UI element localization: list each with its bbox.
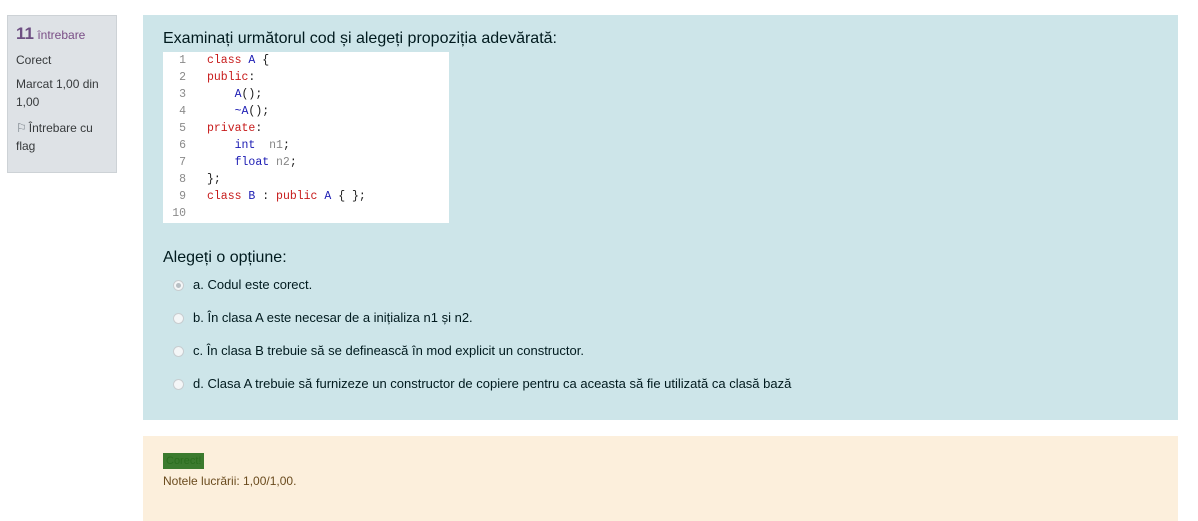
question-number-label: întrebare <box>37 28 86 42</box>
question-content: Examinați următorul cod și alegeți propo… <box>143 15 1178 420</box>
code-line: 2 public: <box>179 71 256 84</box>
option-d-label[interactable]: d. Clasa A trebuie să furnizeze un const… <box>193 375 791 393</box>
answer-prompt: Alegeți o opțiune: <box>163 249 287 266</box>
grade-text: Notele lucrării: 1,00/1,00. <box>163 474 297 488</box>
code-snippet: 1 class A { 2 public: 3 A(); 4 ~A(); 5 priv… <box>163 52 449 223</box>
option-b[interactable]: b. În clasa A este necesar de a inițiali… <box>173 309 473 327</box>
option-b-label[interactable]: b. În clasa A este necesar de a inițiali… <box>193 309 473 327</box>
code-line: 3 A(); <box>179 88 263 101</box>
flag-label: Întrebare cu flag <box>16 121 93 153</box>
code-line: 10 <box>172 207 186 220</box>
option-d[interactable]: d. Clasa A trebuie să furnizeze un const… <box>173 375 791 393</box>
question-number-value: 11 <box>16 24 34 43</box>
question-info: 11 întrebare Corect Marcat 1,00 din 1,00… <box>7 15 117 173</box>
option-c[interactable]: c. În clasa B trebuie să se definească î… <box>173 342 584 360</box>
code-line: 9 class B : public A { }; <box>179 190 366 203</box>
radio-option-a[interactable] <box>173 279 184 291</box>
question-state: Corect <box>16 53 52 67</box>
question-text: Examinați următorul cod și alegeți propo… <box>163 30 557 47</box>
code-line: 6 int n1; <box>179 139 290 152</box>
code-line: 1 class A { <box>179 54 270 67</box>
flag-question-link[interactable]: ⚐ Întrebare cu flag <box>16 119 108 155</box>
radio-option-c[interactable] <box>173 345 184 357</box>
option-c-label[interactable]: c. În clasa B trebuie să se definească î… <box>193 342 584 360</box>
flag-icon: ⚐ <box>16 121 27 135</box>
radio-option-d[interactable] <box>173 378 184 390</box>
feedback-panel: Corect! Notele lucrării: 1,00/1,00. <box>143 436 1178 521</box>
correct-badge: Corect! <box>163 453 205 469</box>
code-line: 7 float n2; <box>179 156 297 169</box>
code-line: 5 private: <box>179 122 263 135</box>
code-line: 8}; <box>179 173 221 186</box>
option-a-label[interactable]: a. Codul este corect. <box>193 276 312 294</box>
question-number: 11 întrebare <box>16 24 108 45</box>
question-mark: Marcat 1,00 din 1,00 <box>16 77 99 109</box>
option-a[interactable]: a. Codul este corect. <box>173 276 312 294</box>
radio-option-b[interactable] <box>173 312 184 324</box>
code-line: 4 ~A(); <box>179 105 270 118</box>
